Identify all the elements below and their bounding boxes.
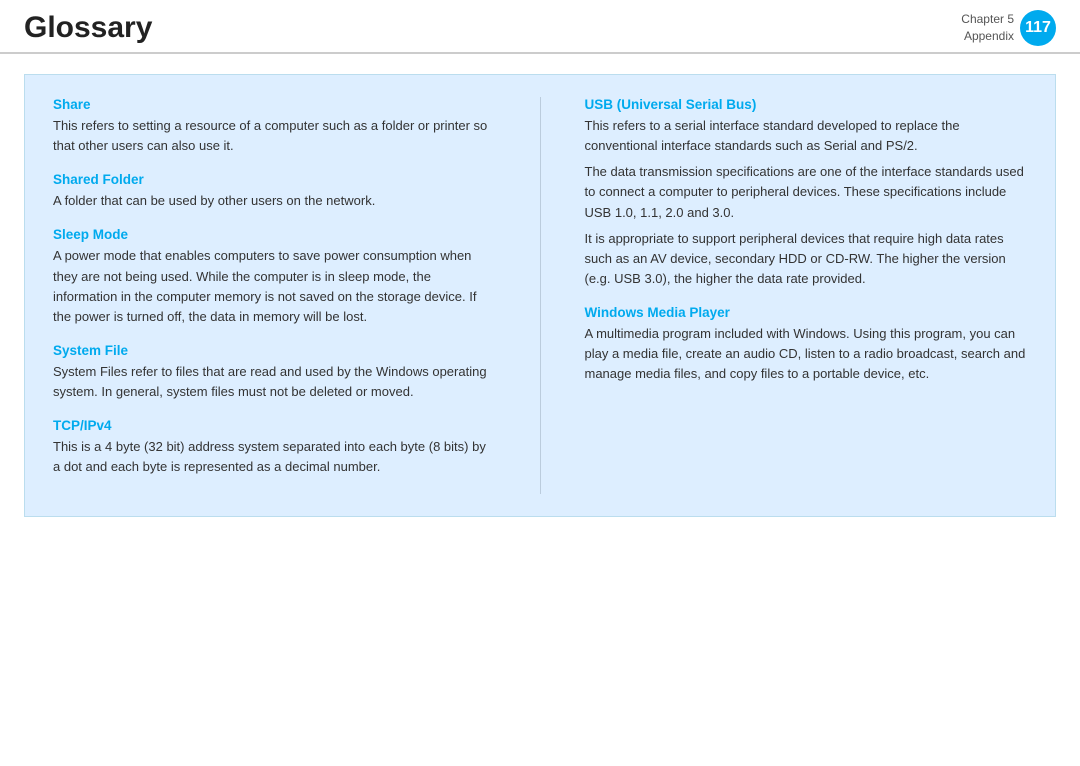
- entry-system-file: System File System Files refer to files …: [53, 343, 496, 402]
- entry-body-usb-3: It is appropriate to support peripheral …: [585, 229, 1028, 289]
- chapter-info: Chapter 5 Appendix 117: [961, 10, 1056, 46]
- entry-title-sleep-mode: Sleep Mode: [53, 227, 496, 242]
- entry-title-windows-media-player: Windows Media Player: [585, 305, 1028, 320]
- page-title: Glossary: [24, 11, 152, 45]
- entry-share: Share This refers to setting a resource …: [53, 97, 496, 156]
- entry-usb: USB (Universal Serial Bus) This refers t…: [585, 97, 1028, 289]
- page-header: Glossary Chapter 5 Appendix 117: [0, 0, 1080, 54]
- entry-windows-media-player: Windows Media Player A multimedia progra…: [585, 305, 1028, 384]
- column-divider: [540, 97, 541, 494]
- entry-title-shared-folder: Shared Folder: [53, 172, 496, 187]
- chapter-label: Chapter 5 Appendix: [961, 11, 1014, 45]
- entry-tcp-ipv4: TCP/IPv4 This is a 4 byte (32 bit) addre…: [53, 418, 496, 477]
- right-column: USB (Universal Serial Bus) This refers t…: [585, 97, 1028, 494]
- content-area: Share This refers to setting a resource …: [24, 74, 1056, 517]
- entry-body-share: This refers to setting a resource of a c…: [53, 116, 496, 156]
- entry-title-tcp-ipv4: TCP/IPv4: [53, 418, 496, 433]
- entry-body-tcp-ipv4: This is a 4 byte (32 bit) address system…: [53, 437, 496, 477]
- entry-body-usb-1: This refers to a serial interface standa…: [585, 116, 1028, 156]
- entry-body-shared-folder: A folder that can be used by other users…: [53, 191, 496, 211]
- page-number-badge: 117: [1020, 10, 1056, 46]
- entry-sleep-mode: Sleep Mode A power mode that enables com…: [53, 227, 496, 327]
- left-column: Share This refers to setting a resource …: [53, 97, 496, 494]
- entry-body-usb-2: The data transmission specifications are…: [585, 162, 1028, 222]
- entry-title-share: Share: [53, 97, 496, 112]
- entry-title-usb: USB (Universal Serial Bus): [585, 97, 1028, 112]
- entry-body-sleep-mode: A power mode that enables computers to s…: [53, 246, 496, 327]
- entry-body-windows-media-player: A multimedia program included with Windo…: [585, 324, 1028, 384]
- entry-title-system-file: System File: [53, 343, 496, 358]
- entry-body-system-file: System Files refer to files that are rea…: [53, 362, 496, 402]
- entry-shared-folder: Shared Folder A folder that can be used …: [53, 172, 496, 211]
